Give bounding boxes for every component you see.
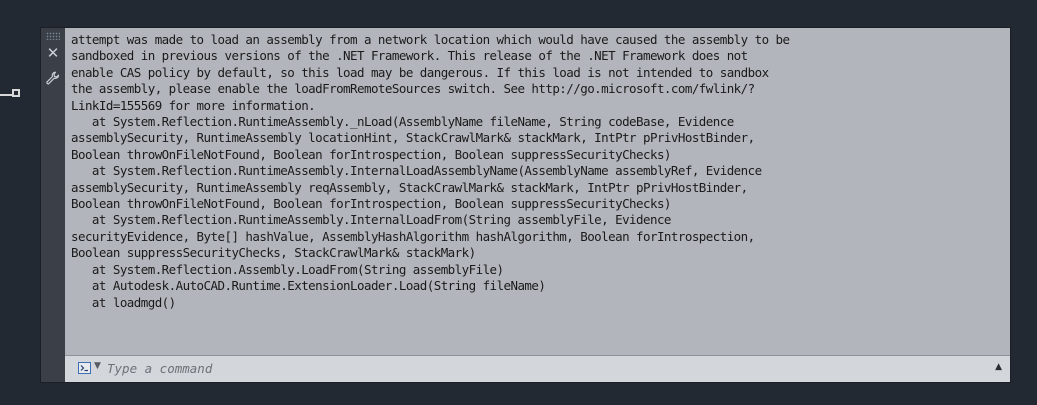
- history-line: LinkId=155569 for more information.: [71, 97, 316, 113]
- history-line: at Autodesk.AutoCAD.Runtime.ExtensionLoa…: [71, 278, 546, 294]
- history-line: assemblySecurity, RuntimeAssembly locati…: [71, 130, 755, 146]
- history-line: sandboxed in previous versions of the .N…: [71, 48, 748, 64]
- history-line: at loadmgd(): [71, 294, 176, 310]
- customize-button[interactable]: [44, 69, 62, 87]
- command-window-handle[interactable]: ✕: [41, 28, 65, 382]
- history-line: Boolean throwOnFileNotFound, Boolean for…: [71, 196, 671, 212]
- history-line: at System.Reflection.RuntimeAssembly._nL…: [71, 114, 734, 130]
- history-line: Boolean suppressSecurityChecks, StackCra…: [71, 245, 476, 261]
- close-icon: ✕: [46, 44, 60, 62]
- caret-down-icon[interactable]: ▼: [94, 361, 101, 371]
- history-line: at System.Reflection.Assembly.LoadFrom(S…: [71, 261, 504, 277]
- history-line: at System.Reflection.RuntimeAssembly.Int…: [71, 163, 762, 179]
- command-input[interactable]: [107, 359, 967, 378]
- caret-up-icon[interactable]: ▲: [995, 362, 1002, 372]
- history-line: attempt was made to load an assembly fro…: [71, 32, 790, 47]
- history-line: securityEvidence, Byte[] hashValue, Asse…: [71, 228, 755, 244]
- history-line: Boolean throwOnFileNotFound, Boolean for…: [71, 146, 671, 162]
- history-line: the assembly, please enable the loadFrom…: [71, 81, 755, 97]
- history-line: at System.Reflection.RuntimeAssembly.Int…: [71, 212, 672, 228]
- ucs-icon: [0, 89, 24, 101]
- command-history-text: attempt was made to load an assembly fro…: [65, 28, 1010, 311]
- wrench-icon: [46, 71, 60, 85]
- command-history[interactable]: attempt was made to load an assembly fro…: [65, 28, 1010, 355]
- command-line: ▼ ▲: [65, 355, 1010, 382]
- command-prompt-icon[interactable]: [78, 362, 91, 374]
- close-button[interactable]: ✕: [44, 44, 62, 62]
- command-window: ✕ attempt was made to load an assembly f…: [40, 27, 1011, 383]
- drag-grip-icon[interactable]: [46, 32, 60, 40]
- history-line: assemblySecurity, RuntimeAssembly reqAss…: [71, 179, 748, 195]
- history-line: enable CAS policy by default, so this lo…: [71, 64, 769, 80]
